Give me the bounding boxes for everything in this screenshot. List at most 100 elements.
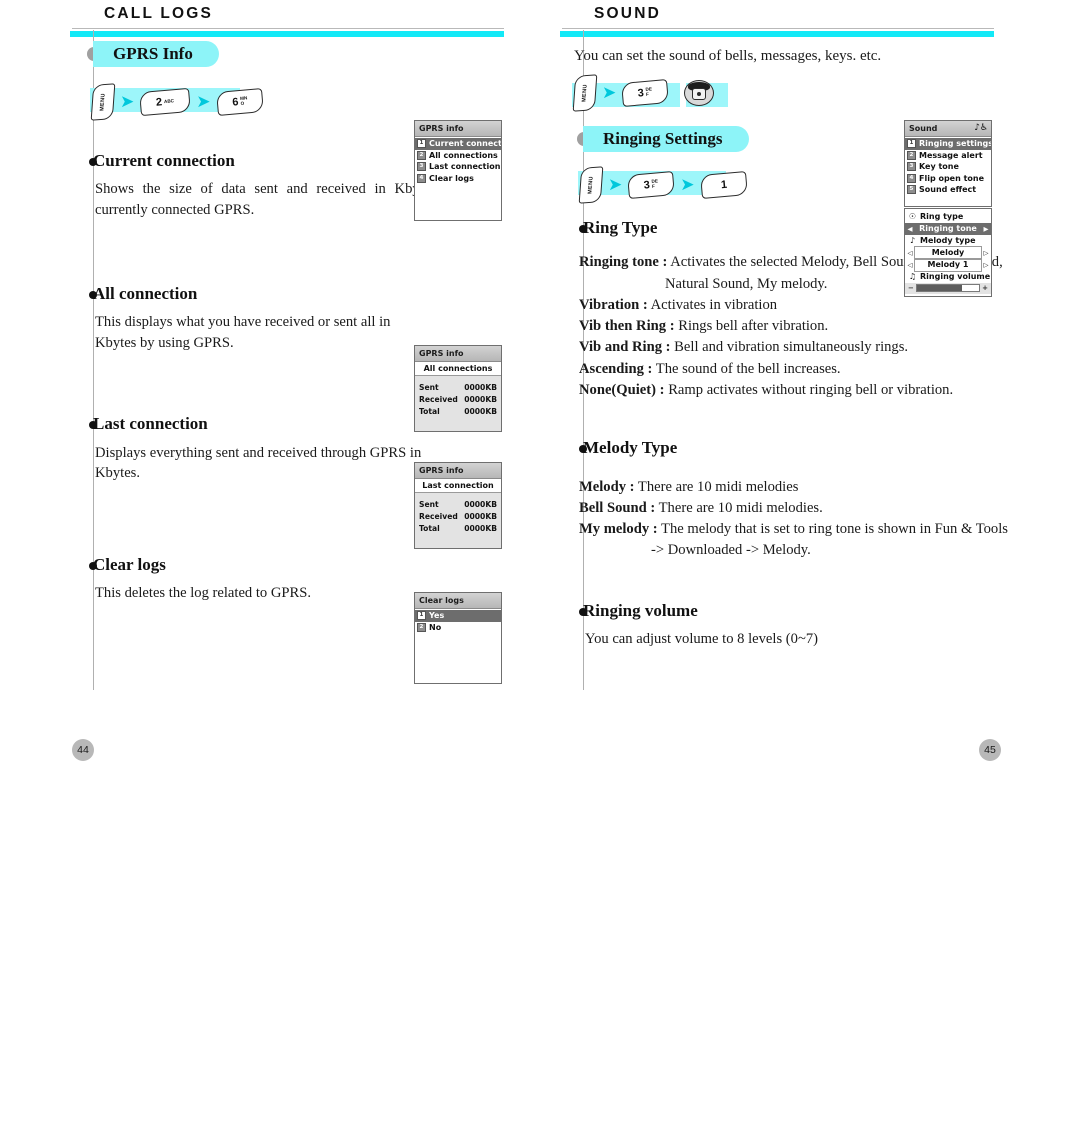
screen-spacer [415, 417, 501, 431]
definition-vibration: Vibration : Activates in vibration [579, 295, 1050, 316]
item-label: Message alert [919, 150, 983, 160]
screen-body: Sent 0000KB Received 0000KB Total 0000KB [415, 493, 501, 548]
selector-ringing-tone[interactable]: ◀ Ringing tone ▶ [905, 223, 991, 235]
item-label: All connections [429, 150, 498, 160]
screen-banner: All connections [415, 362, 501, 376]
screen-clear-logs: Clear logs 1 Yes 2 No [414, 592, 502, 684]
section-heading-all-connection: All connection [70, 283, 560, 304]
menu-item-yes[interactable]: 1 Yes [415, 610, 501, 622]
item-label: Clear logs [429, 173, 474, 183]
plus-icon[interactable]: + [982, 284, 988, 292]
item-index: 1 [417, 139, 426, 149]
item-label: Key tone [919, 162, 959, 171]
arrow-icon: ➤ [608, 174, 623, 195]
definition-bell-sound: Bell Sound : There are 10 midi melodies. [579, 498, 1050, 519]
header-hairline-left [72, 28, 504, 29]
definition-continuation: -> Downloaded -> Melody. [651, 542, 811, 559]
screen-body: 1 Ringing settings 2 Message alert 3 Key… [905, 137, 991, 206]
chevron-left-icon[interactable]: ◁ [906, 247, 914, 259]
pill-label: Ringing Settings [583, 126, 749, 152]
definition-my-melody: My melody : The melody that is set to ri… [579, 519, 1050, 562]
row-label: Ringing volume [920, 272, 991, 281]
key-2-abc-icon: 2 ABC [139, 87, 192, 117]
header-accent-bar-right [560, 31, 994, 37]
right-page-header: SOUND [560, 0, 1050, 40]
definition-desc: Rings bell after vibration. [678, 318, 829, 335]
definition-term: Vibration : [579, 296, 648, 313]
row-label: Ring type [920, 212, 964, 221]
definition-vib-and-ring: Vib and Ring : Bell and vibration simult… [579, 337, 1050, 358]
chevron-left-icon[interactable]: ◁ [906, 259, 914, 271]
selector-value: Ringing tone [919, 224, 977, 233]
item-label: Yes [429, 611, 445, 620]
item-index: 4 [417, 173, 426, 183]
menu-item-sound-effect[interactable]: 5 Sound effect [905, 184, 991, 196]
chevron-right-icon[interactable]: ▶ [982, 223, 990, 235]
header-hairline-right [562, 28, 994, 29]
section-pill-gprs-info: GPRS Info [70, 40, 560, 70]
definition-desc: There are 10 midi melodies. [658, 499, 823, 516]
item-index: 3 [907, 162, 916, 172]
page-title-left: CALL LOGS [104, 5, 214, 22]
menu-item-key-tone[interactable]: 3 Key tone [905, 161, 991, 173]
chevron-left-icon[interactable]: ◀ [906, 223, 914, 235]
right-page: SOUND You can set the sound of bells, me… [560, 0, 1050, 800]
manual-spread: CALL LOGS GPRS Info ➤ 2ABC ➤ [0, 0, 1080, 1123]
definition-melody: Melody : There are 10 midi melodies [579, 477, 1050, 498]
page-title-right: SOUND [594, 5, 661, 22]
row-ring-type: ☉ Ring type [905, 211, 991, 223]
arrow-icon: ➤ [602, 82, 617, 103]
item-index: 4 [907, 173, 916, 183]
speaker-icon: ♫ [908, 272, 917, 281]
menu-item-flip-open-tone[interactable]: 4 Flip open tone [905, 173, 991, 185]
definition-vib-then-ring: Vib then Ring : Rings bell after vibrati… [579, 316, 1050, 337]
row-label: Total [419, 523, 440, 533]
definition-desc: Activates in vibration [650, 296, 778, 313]
screen-blank-area [415, 184, 501, 218]
arrow-icon: ➤ [680, 174, 695, 195]
arrow-icon: ➤ [120, 91, 135, 112]
screen-spacer [415, 534, 501, 548]
row-ringing-volume: ♫ Ringing volume [905, 271, 991, 283]
volume-slider[interactable]: − + [905, 283, 991, 294]
arrow-icon: ➤ [196, 91, 211, 112]
item-index: 2 [417, 150, 426, 160]
menu-item-all-connections[interactable]: 2 All connections [415, 150, 501, 162]
screen-title: Clear logs [415, 593, 501, 609]
slider-track[interactable] [915, 284, 981, 292]
minus-icon[interactable]: − [908, 284, 914, 292]
menu-key-icon [90, 83, 116, 121]
row-sent: Sent 0000KB [415, 498, 501, 510]
menu-key-icon [572, 74, 598, 112]
item-index: 2 [417, 622, 426, 632]
menu-item-clear-logs[interactable]: 4 Clear logs [415, 173, 501, 185]
section-heading-clear-logs: Clear logs [70, 554, 560, 575]
menu-item-current-connection[interactable]: 1 Current connectio [415, 138, 501, 150]
navigation-pad-icon [684, 80, 715, 106]
screen-sound-menu: Sound ♪♿ 1 Ringing settings 2 Message al… [904, 120, 992, 207]
definition-term: Bell Sound : [579, 499, 656, 516]
row-value: 0000KB [464, 406, 497, 416]
screen-blank-area [415, 633, 501, 681]
key-1-icon: 1 [699, 171, 748, 199]
section-heading-melody-type: Melody Type [560, 437, 1050, 458]
menu-item-message-alert[interactable]: 2 Message alert [905, 150, 991, 162]
definition-term: Ascending : [579, 360, 653, 377]
chevron-right-icon[interactable]: ▷ [982, 259, 990, 271]
selector-melody-1[interactable]: ◁ Melody 1 ▷ [905, 258, 991, 272]
item-label: Sound effect [919, 185, 977, 194]
screen-ringing-settings: ☉ Ring type ◀ Ringing tone ▶ ♪ Melody ty… [904, 208, 992, 297]
page-number-left: 44 [72, 739, 94, 761]
screen-gprs-info-menu: GPRS info 1 Current connectio 2 All conn… [414, 120, 502, 221]
row-label: Sent [419, 499, 439, 509]
menu-key-icon [578, 166, 604, 204]
key-6-mno-icon: 6 MN O [215, 88, 264, 116]
menu-item-ringing-settings[interactable]: 1 Ringing settings [905, 138, 991, 150]
menu-item-last-connection[interactable]: 3 Last connection [415, 161, 501, 173]
definition-desc: Bell and vibration simultaneously rings. [674, 339, 909, 356]
screen-body: ☉ Ring type ◀ Ringing tone ▶ ♪ Melody ty… [905, 209, 991, 296]
key-sequence-sound-menu: ➤ 3DEF [560, 73, 1050, 119]
chevron-right-icon[interactable]: ▷ [982, 247, 990, 259]
menu-item-no[interactable]: 2 No [415, 622, 501, 634]
screen-title: GPRS info [415, 346, 501, 362]
